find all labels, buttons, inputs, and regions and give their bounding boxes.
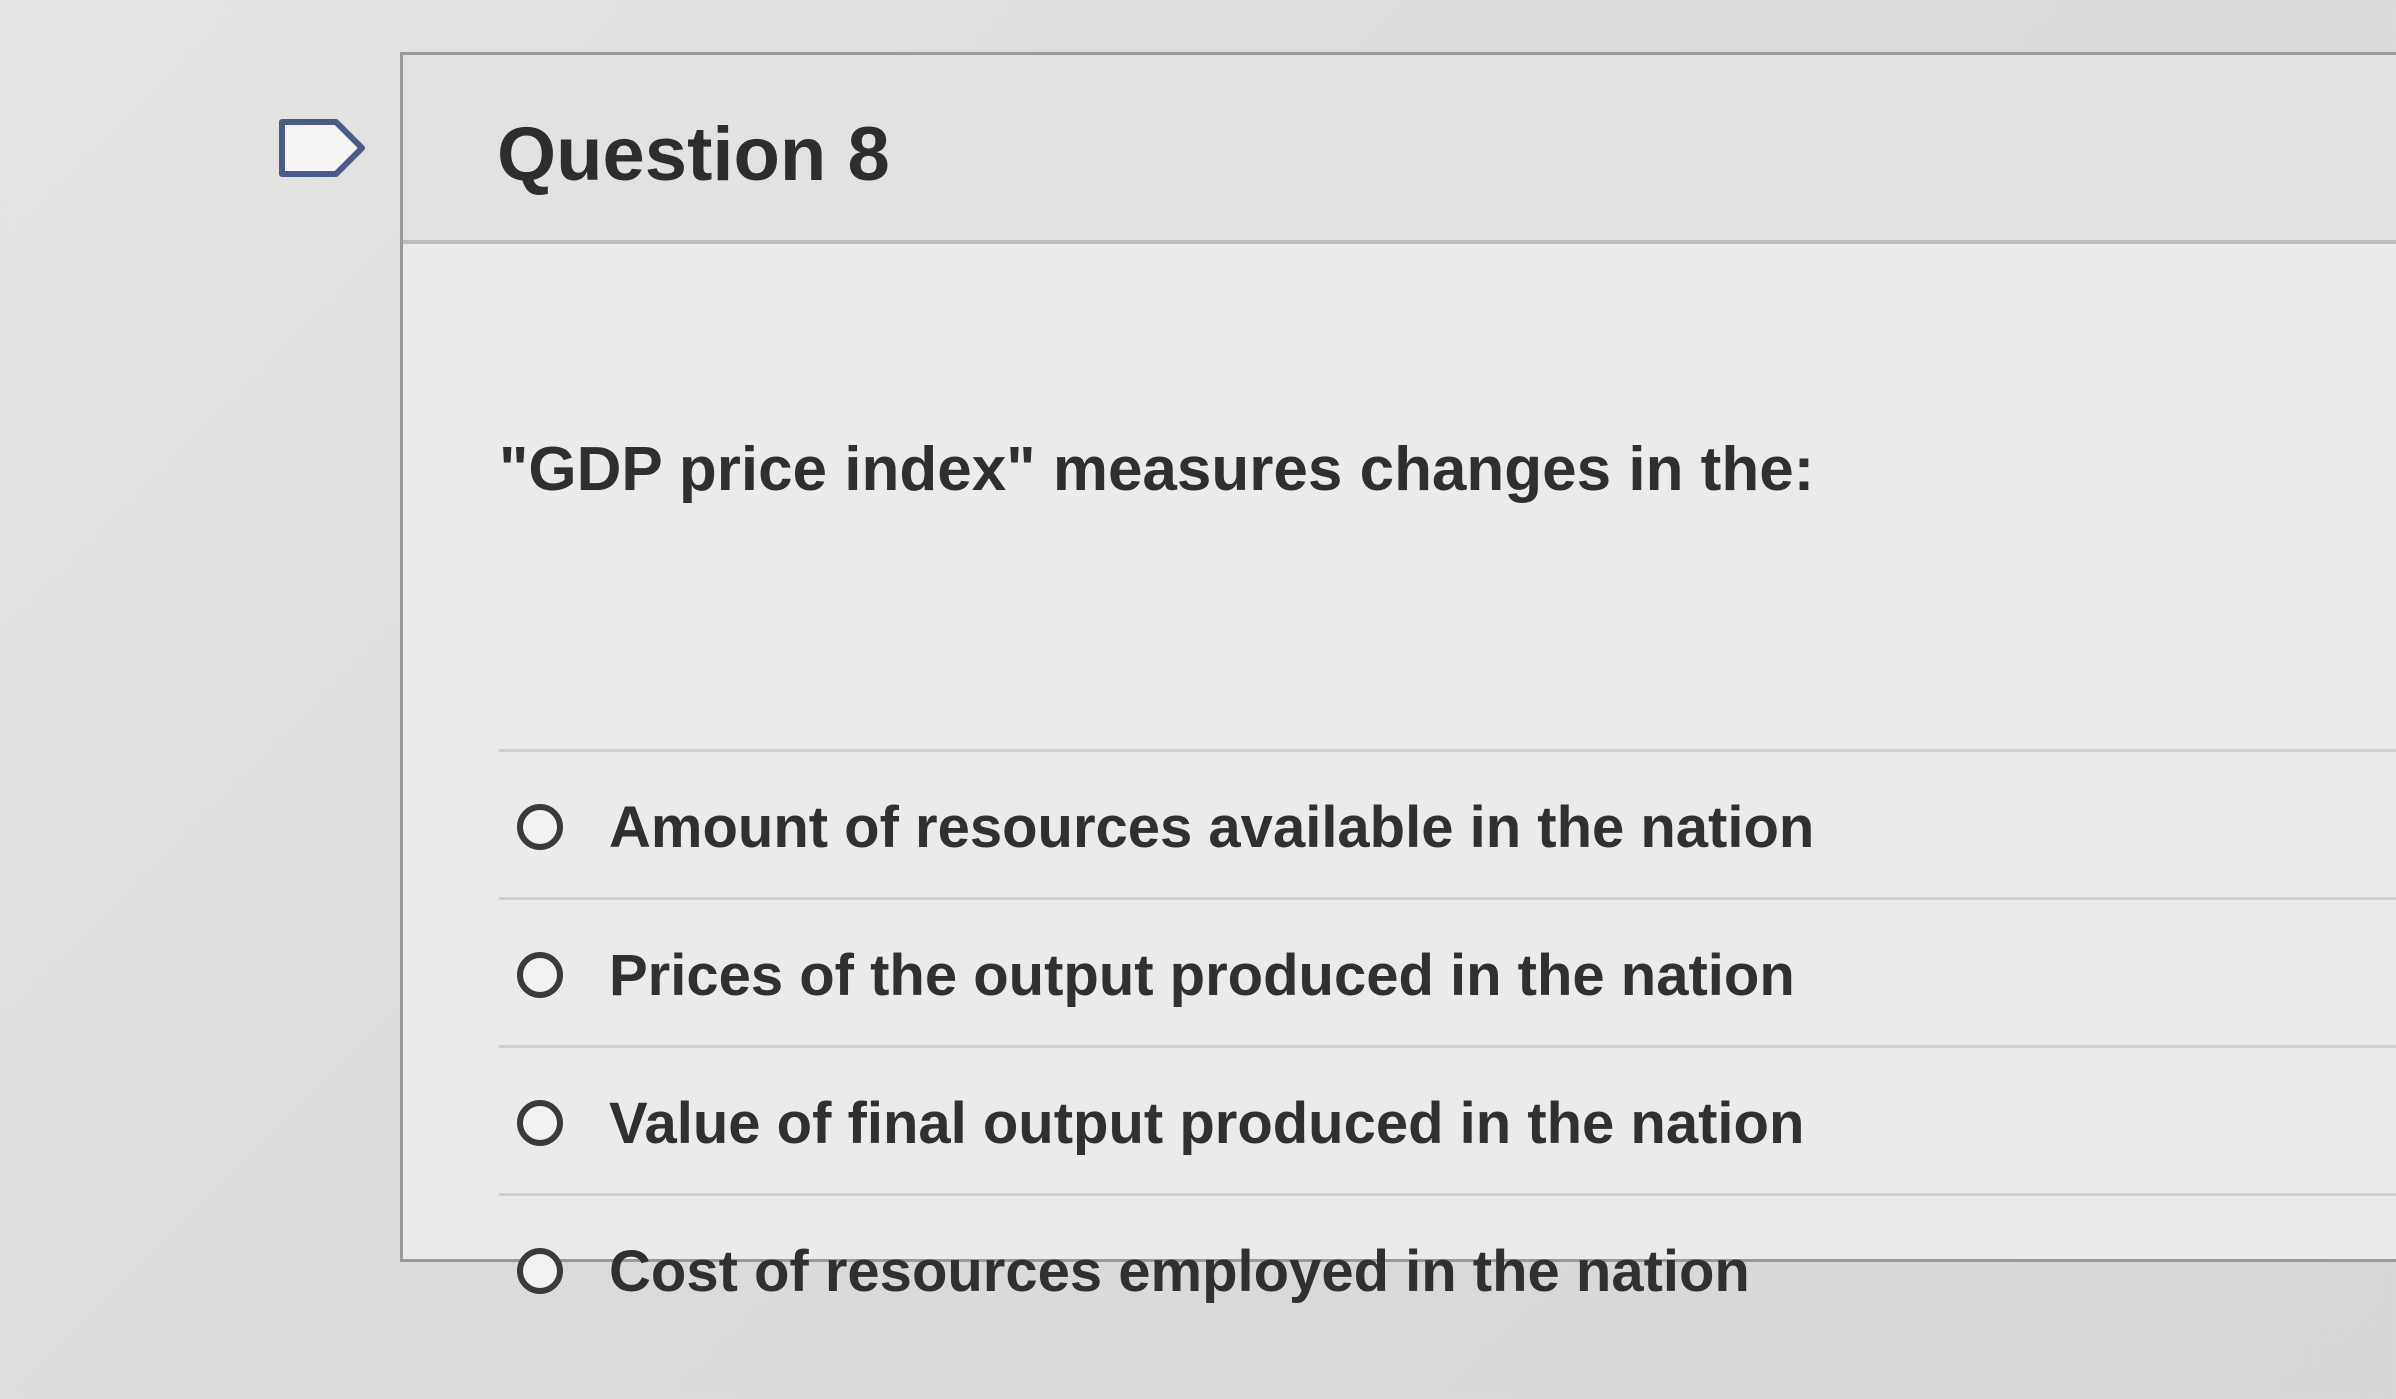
radio-button[interactable] [517,952,563,998]
answer-option[interactable]: Amount of resources available in the nat… [499,752,2396,900]
radio-button[interactable] [517,804,563,850]
question-prompt: "GDP price index" measures changes in th… [499,435,1815,504]
answer-option[interactable]: Cost of resources employed in the nation [499,1196,2396,1344]
question-card: Question 8 "GDP price index" measures ch… [400,52,2396,1304]
question-title: Question 8 [497,112,890,197]
question-body: "GDP price index" measures changes in th… [403,244,2396,1304]
radio-button[interactable] [517,1100,563,1146]
answer-label[interactable]: Prices of the output produced in the nat… [609,942,1795,1009]
question-header: Question 8 [403,55,2396,244]
answer-label[interactable]: Cost of resources employed in the nation [609,1238,1750,1305]
answer-label[interactable]: Amount of resources available in the nat… [609,794,1814,861]
answer-option[interactable]: Value of final output produced in the na… [499,1048,2396,1196]
radio-button[interactable] [517,1248,563,1294]
answer-label[interactable]: Value of final output produced in the na… [609,1090,1804,1157]
flag-question-icon[interactable] [278,118,368,178]
answer-list: Amount of resources available in the nat… [499,749,2396,1344]
answer-option[interactable]: Prices of the output produced in the nat… [499,900,2396,1048]
